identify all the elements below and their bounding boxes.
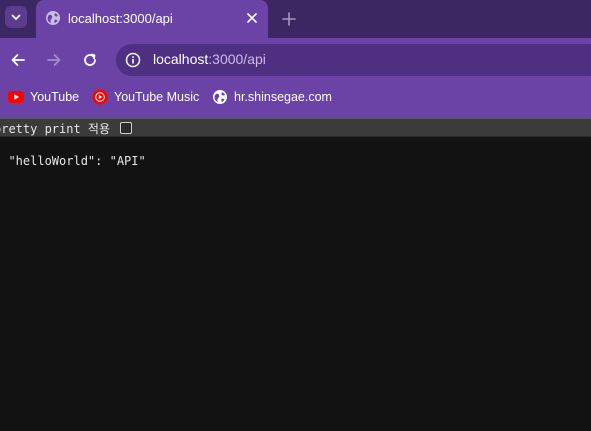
pretty-print-bar: pretty print 적용 <box>0 118 591 137</box>
address-bar[interactable]: localhost:3000/api <box>116 44 591 76</box>
bookmark-label: hr.shinsegae.com <box>234 90 332 104</box>
bookmark-youtube-music[interactable]: YouTube Music <box>92 83 199 111</box>
tab-title: localhost:3000/api <box>68 11 173 26</box>
json-entry: "helloWorld": "API" <box>0 154 146 168</box>
back-button[interactable] <box>8 50 28 70</box>
reload-button[interactable] <box>80 50 100 70</box>
page-content: pretty print 적용 { "helloWorld": "API" } <box>0 118 591 431</box>
browser-window: localhost:3000/api localhost:3000/api Yo… <box>0 0 591 431</box>
info-icon <box>125 52 141 68</box>
chevron-down-icon <box>11 14 21 20</box>
bookmark-label: YouTube Music <box>114 90 200 104</box>
bookmarks-bar: YouTube YouTube Music hr.shinsegae.com <box>0 83 591 118</box>
globe-icon <box>212 89 228 105</box>
json-open-brace: { <box>0 140 146 154</box>
bookmark-shinsegae[interactable]: hr.shinsegae.com <box>212 83 332 111</box>
youtube-music-icon <box>92 89 108 105</box>
tab-close-button[interactable] <box>244 10 260 26</box>
json-close-brace: } <box>0 168 146 182</box>
bookmark-youtube[interactable]: YouTube <box>8 83 79 111</box>
close-icon <box>247 13 257 23</box>
arrow-left-icon <box>11 54 25 66</box>
url-host: localhost <box>153 51 209 67</box>
reload-icon <box>84 53 96 66</box>
site-info-button[interactable] <box>124 51 142 69</box>
pretty-print-label: pretty print 적용 <box>0 122 111 136</box>
tab-strip: localhost:3000/api <box>0 0 591 38</box>
toolbar: localhost:3000/api <box>0 38 591 83</box>
youtube-icon <box>8 89 24 105</box>
arrow-right-icon <box>47 54 61 66</box>
url-text[interactable]: localhost:3000/api <box>153 51 266 67</box>
plus-icon <box>282 12 296 26</box>
tab-search-button[interactable] <box>5 6 27 28</box>
url-path: :3000/api <box>208 51 266 67</box>
json-view: { "helloWorld": "API" } <box>0 140 146 182</box>
new-tab-button[interactable] <box>280 10 298 28</box>
pretty-print-checkbox[interactable] <box>120 122 132 134</box>
bookmark-label: YouTube <box>30 90 80 104</box>
tab-active[interactable]: localhost:3000/api <box>36 0 268 38</box>
forward-button[interactable] <box>44 50 64 70</box>
globe-icon <box>46 11 60 25</box>
